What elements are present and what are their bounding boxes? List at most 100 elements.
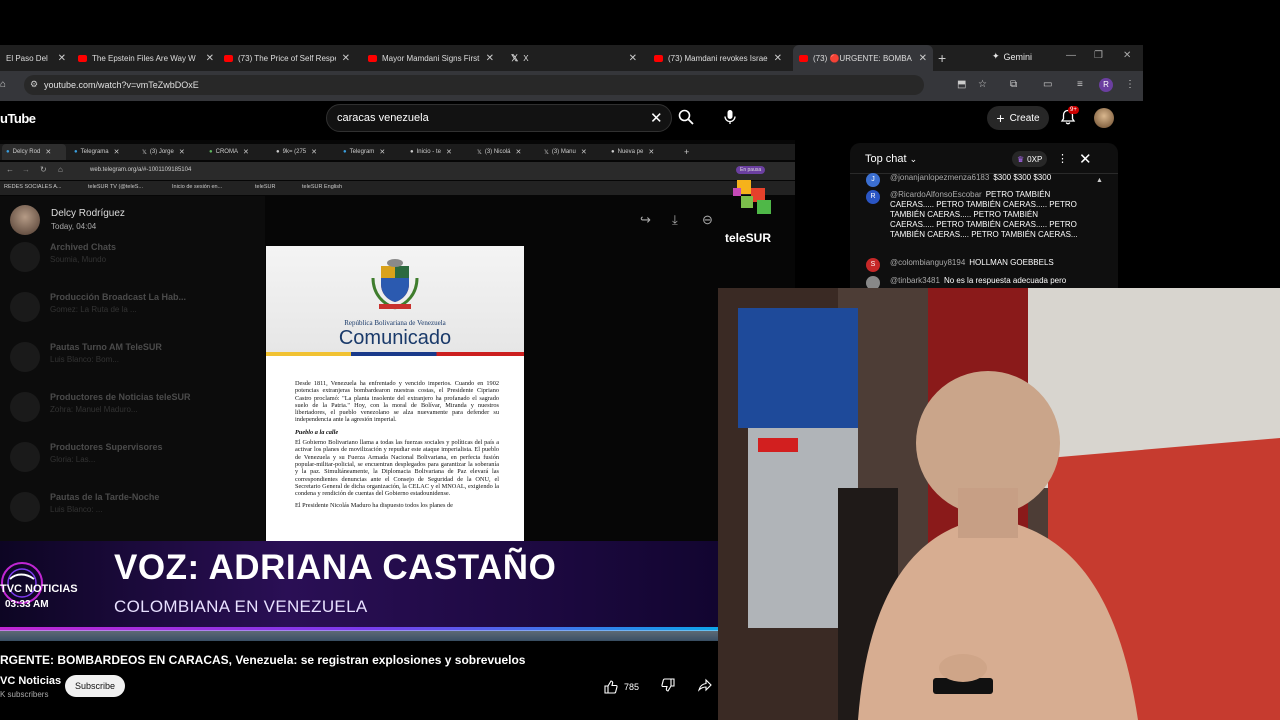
inner-tab: ● Delcy Rod ✕: [2, 144, 66, 160]
inner-tab: ● Inicio - te ✕: [406, 144, 470, 160]
inner-tab-label: 9k= (275: [282, 149, 307, 155]
chat-mode-label: Top chat: [865, 153, 907, 165]
browser-tab-active[interactable]: (73) 🔴URGENTE: BOMBA ✕: [793, 45, 933, 71]
share-button[interactable]: [697, 678, 712, 697]
chat-author[interactable]: @RicardoAlfonsoEscobar: [890, 190, 982, 199]
tab-close-icon: ✕: [113, 149, 120, 156]
tab-close-icon[interactable]: ✕: [629, 53, 637, 64]
inner-tab: ● Nueva pe ✕: [607, 144, 671, 160]
top-chat-dropdown[interactable]: Top chat ⌄: [865, 153, 917, 165]
create-label: Create: [1009, 112, 1040, 124]
tab-close-icon[interactable]: ✕: [486, 53, 494, 64]
gemini-button[interactable]: ✦ Gemini: [992, 51, 1032, 62]
chat-author-avatar: S: [866, 258, 880, 272]
inner-tab: 𝕏 (3) Jorge ✕: [138, 144, 202, 160]
forward-icon: ↪: [640, 212, 651, 227]
new-tab-button[interactable]: +: [938, 50, 946, 66]
dislike-button[interactable]: [661, 678, 675, 697]
chat-author[interactable]: @jonanjanlopezmenza6183: [890, 173, 989, 182]
subscribe-button[interactable]: Subscribe: [65, 675, 125, 697]
tab-close-icon[interactable]: ✕: [919, 53, 927, 64]
scroll-up-icon[interactable]: ▲: [1096, 177, 1103, 184]
sender-time: Today, 04:04: [51, 222, 97, 231]
search-input[interactable]: caracas venezuela: [326, 104, 672, 132]
home-icon[interactable]: ⌂: [0, 79, 6, 90]
chat-message: S @colombianguy8194 HOLLMAN GOEBBELS: [866, 258, 1078, 272]
coat-of-arms-icon: [371, 259, 419, 310]
browser-tab[interactable]: El Paso Del ✕: [0, 45, 72, 71]
downloads-icon[interactable]: ≡: [1077, 79, 1083, 90]
chat-close-icon[interactable]: ✕: [1079, 150, 1092, 168]
lower-third-subtitle: COLOMBIANA EN VENEZUELA: [114, 597, 368, 616]
sparkle-icon: ✦: [992, 51, 1000, 61]
chat-avatar: [10, 242, 40, 272]
tab-close-icon: ✕: [379, 149, 386, 156]
inner-tab: 𝕏 (3) Manu ✕: [540, 144, 604, 160]
browser-tab[interactable]: (73) Mamdani revokes Israel ✕: [648, 45, 788, 71]
clear-search-icon[interactable]: ✕: [650, 109, 663, 127]
tab-title: Mayor Mamdani Signs First: [382, 53, 480, 63]
account-avatar[interactable]: [1094, 108, 1114, 128]
document-subhead: Pueblo a la calle: [295, 428, 339, 436]
chat-avatar: [10, 492, 40, 522]
site-info-icon[interactable]: ⚙: [30, 79, 38, 90]
chat-author[interactable]: @tinbark3481: [890, 276, 940, 285]
chat-text: No es la respuesta adecuada pero: [943, 276, 1067, 285]
bookmark-item: REDES SOCIALES A...: [4, 184, 62, 190]
profile-avatar[interactable]: R: [1099, 78, 1113, 92]
youtube-logo[interactable]: uTube: [0, 111, 36, 126]
flag-stripe: [266, 352, 524, 356]
chat-points-badge[interactable]: ♛ 0XP: [1012, 151, 1048, 167]
tab-close-icon[interactable]: ✕: [774, 53, 782, 64]
chat-avatar: [10, 392, 40, 422]
chevron-down-icon: ⌄: [909, 153, 918, 164]
globe-icon: ●: [410, 149, 414, 155]
chat-author[interactable]: @colombianguy8194: [890, 258, 965, 267]
video-progress-bar[interactable]: [0, 630, 718, 641]
bookmark-item: teleSUR: [255, 184, 276, 190]
tab-close-icon[interactable]: ✕: [58, 53, 66, 64]
bookmark-item: teleSUR English: [302, 184, 343, 190]
create-button[interactable]: + Create: [987, 106, 1049, 130]
install-icon[interactable]: ⬒: [957, 79, 966, 90]
inner-tab: ● Telegram ✕: [339, 144, 403, 160]
chat-more-icon[interactable]: ⋮: [1057, 152, 1068, 165]
channel-name[interactable]: VC Noticias: [0, 675, 61, 687]
gemini-label: Gemini: [1003, 51, 1033, 62]
bookmark-star-icon[interactable]: ☆: [978, 79, 987, 90]
chat-avatar: [10, 442, 40, 472]
channel-logo-name: TVC NOTICIAS: [0, 583, 78, 595]
browser-tab[interactable]: (73) The Price of Self Respec ✕: [218, 45, 356, 71]
url-field[interactable]: youtube.com/watch?v=vmTeZwbDOxE: [24, 75, 924, 95]
tab-close-icon: ✕: [311, 149, 318, 156]
tab-close-icon[interactable]: ✕: [342, 53, 350, 64]
like-button[interactable]: 785: [604, 676, 654, 698]
browser-tab[interactable]: The Epstein Files Are Way W ✕: [72, 45, 220, 71]
window-close-icon[interactable]: ✕: [1123, 50, 1131, 61]
maximize-icon[interactable]: ❐: [1094, 50, 1103, 61]
sender-name: Delcy Rodríguez: [51, 208, 125, 219]
minimize-icon[interactable]: —: [1066, 50, 1076, 61]
inner-paused-badge: En pausa: [736, 166, 766, 174]
search-icon[interactable]: [678, 109, 694, 130]
chat-text: HOLLMAN GOEBBELS: [969, 258, 1054, 267]
inner-tab-label: Inicio - te: [416, 149, 441, 155]
microphone-icon[interactable]: [722, 109, 738, 130]
extensions-icon[interactable]: ⧉: [1010, 79, 1017, 90]
browser-tab[interactable]: Mayor Mamdani Signs First ✕: [362, 45, 500, 71]
menu-kebab-icon[interactable]: ⋮: [1125, 79, 1135, 90]
chat-preview: Soumia, Mundo: [50, 255, 107, 264]
webcam-overlay: [718, 288, 1280, 720]
browser-tab[interactable]: 𝕏 X ✕: [505, 45, 643, 71]
like-count: 785: [624, 682, 640, 692]
chat-avatar: [10, 342, 40, 372]
tab-close-icon[interactable]: ✕: [206, 53, 214, 64]
chat-author-avatar: J: [866, 173, 880, 187]
back-icon: ←: [6, 165, 14, 174]
side-panel-icon[interactable]: ▭: [1043, 79, 1052, 90]
chat-preview: Gloria: Las...: [50, 455, 96, 464]
inner-tab-label: Nueva pe: [617, 149, 644, 155]
tab-close-icon: ✕: [515, 149, 522, 156]
chat-text: $300 $300 $300: [993, 173, 1052, 182]
inner-tab-label: Delcy Rod: [12, 149, 41, 155]
